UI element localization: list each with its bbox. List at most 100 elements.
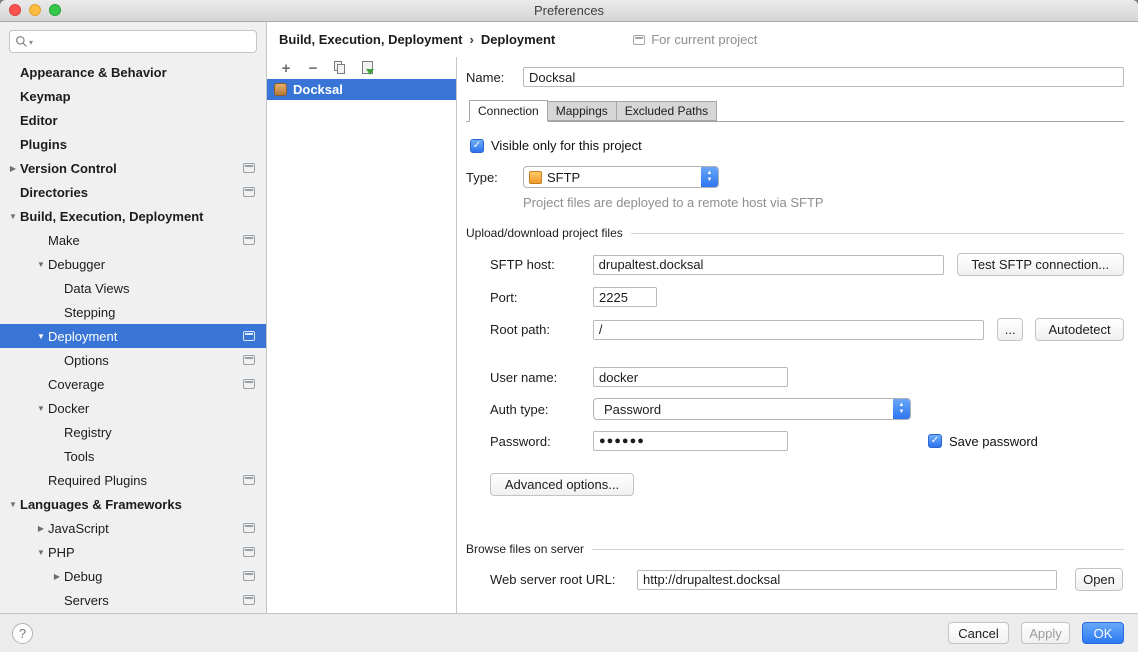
save-password-checkbox[interactable]: ✓ bbox=[928, 434, 942, 448]
browse-section-title: Browse files on server bbox=[466, 542, 584, 556]
password-input[interactable] bbox=[593, 431, 788, 451]
spinner-up-icon: ▲ bbox=[899, 402, 905, 409]
settings-search-box[interactable]: ▾ bbox=[9, 30, 257, 53]
name-input[interactable] bbox=[523, 67, 1124, 87]
root-path-input[interactable] bbox=[593, 320, 984, 340]
sidebar-item-label: PHP bbox=[48, 545, 75, 560]
server-list-toolbar: + − bbox=[267, 57, 456, 79]
sidebar-item-debugger[interactable]: ▼Debugger bbox=[0, 252, 266, 276]
sidebar-item-javascript[interactable]: ▶JavaScript bbox=[0, 516, 266, 540]
copy-button[interactable] bbox=[332, 60, 348, 76]
type-select[interactable]: SFTP ▲ ▼ bbox=[523, 166, 719, 188]
chevron-down-icon[interactable]: ▼ bbox=[34, 260, 48, 269]
sftp-protocol-icon bbox=[529, 171, 542, 184]
sidebar-item-label: Data Views bbox=[64, 281, 130, 296]
advanced-options-button[interactable]: Advanced options... bbox=[490, 473, 634, 496]
dropdown-stepper-icon: ▲ ▼ bbox=[893, 398, 910, 420]
project-settings-icon bbox=[243, 547, 255, 557]
chevron-down-icon[interactable]: ▼ bbox=[34, 548, 48, 557]
chevron-down-icon[interactable]: ▼ bbox=[6, 212, 20, 221]
sidebar-item-servers[interactable]: Servers bbox=[0, 588, 266, 612]
close-button[interactable] bbox=[9, 4, 21, 16]
chevron-down-icon[interactable]: ▼ bbox=[6, 500, 20, 509]
sidebar-item-languages-frameworks[interactable]: ▼Languages & Frameworks bbox=[0, 492, 266, 516]
name-label: Name: bbox=[466, 70, 523, 85]
sidebar-item-label: Editor bbox=[20, 113, 58, 128]
help-button[interactable]: ? bbox=[12, 623, 33, 644]
browse-root-path-button[interactable]: ... bbox=[997, 318, 1023, 341]
open-button[interactable]: Open bbox=[1075, 568, 1123, 591]
user-name-input[interactable] bbox=[593, 367, 788, 387]
add-button[interactable]: + bbox=[278, 60, 294, 76]
sidebar-item-php[interactable]: ▼PHP bbox=[0, 540, 266, 564]
section-divider bbox=[631, 233, 1124, 234]
sidebar-item-coverage[interactable]: Coverage bbox=[0, 372, 266, 396]
sftp-host-input[interactable] bbox=[593, 255, 944, 275]
cancel-button[interactable]: Cancel bbox=[948, 622, 1009, 644]
chevron-down-icon[interactable]: ▼ bbox=[34, 404, 48, 413]
chevron-right-icon[interactable]: ▶ bbox=[6, 164, 20, 173]
sidebar-item-required-plugins[interactable]: Required Plugins bbox=[0, 468, 266, 492]
sidebar-item-editor[interactable]: Editor bbox=[0, 108, 266, 132]
tab-excluded-paths[interactable]: Excluded Paths bbox=[616, 101, 717, 121]
sidebar-item-build-execution-deployment[interactable]: ▼Build, Execution, Deployment bbox=[0, 204, 266, 228]
project-settings-icon bbox=[243, 235, 255, 245]
apply-button[interactable]: Apply bbox=[1021, 622, 1070, 644]
settings-search-input[interactable] bbox=[34, 33, 251, 51]
check-icon: ✓ bbox=[931, 436, 939, 446]
web-root-label: Web server root URL: bbox=[490, 572, 637, 587]
chevron-down-icon[interactable]: ▼ bbox=[34, 332, 48, 341]
titlebar: Preferences bbox=[0, 0, 1138, 22]
sidebar-item-data-views[interactable]: Data Views bbox=[0, 276, 266, 300]
breadcrumb: Build, Execution, Deployment › Deploymen… bbox=[279, 32, 555, 47]
server-list-item[interactable]: Docksal bbox=[267, 79, 456, 100]
sidebar-item-stepping[interactable]: Stepping bbox=[0, 300, 266, 324]
visible-only-checkbox[interactable]: ✓ bbox=[470, 139, 484, 153]
sidebar-item-label: Debug bbox=[64, 569, 102, 584]
test-connection-button[interactable]: Test SFTP connection... bbox=[957, 253, 1124, 276]
save-password-label: Save password bbox=[949, 434, 1038, 449]
dialog-footer: ? Cancel Apply OK bbox=[0, 613, 1138, 652]
sidebar-item-registry[interactable]: Registry bbox=[0, 420, 266, 444]
ok-button[interactable]: OK bbox=[1082, 622, 1124, 644]
import-button[interactable] bbox=[359, 60, 375, 76]
chevron-right-icon[interactable]: ▶ bbox=[50, 572, 64, 581]
settings-header: Build, Execution, Deployment › Deploymen… bbox=[267, 22, 1138, 57]
tab-mappings[interactable]: Mappings bbox=[547, 101, 617, 121]
sidebar-item-deployment[interactable]: ▼Deployment bbox=[0, 324, 266, 348]
sidebar-item-plugins[interactable]: Plugins bbox=[0, 132, 266, 156]
autodetect-button[interactable]: Autodetect bbox=[1035, 318, 1124, 341]
sidebar-item-keymap[interactable]: Keymap bbox=[0, 84, 266, 108]
sidebar-item-make[interactable]: Make bbox=[0, 228, 266, 252]
sidebar-item-directories[interactable]: Directories bbox=[0, 180, 266, 204]
tab-connection[interactable]: Connection bbox=[469, 100, 548, 122]
sidebar-item-label: Build, Execution, Deployment bbox=[20, 209, 203, 224]
spinner-up-icon: ▲ bbox=[707, 170, 713, 177]
breadcrumb-part-1[interactable]: Build, Execution, Deployment bbox=[279, 32, 462, 47]
sidebar-item-label: Make bbox=[48, 233, 80, 248]
remove-button[interactable]: − bbox=[305, 60, 321, 76]
sidebar-item-tools[interactable]: Tools bbox=[0, 444, 266, 468]
sidebar-item-debug[interactable]: ▶Debug bbox=[0, 564, 266, 588]
type-help-text: Project files are deployed to a remote h… bbox=[523, 195, 1124, 210]
zoom-button[interactable] bbox=[49, 4, 61, 16]
upload-section-header: Upload/download project files bbox=[466, 226, 1124, 240]
sidebar-item-docker[interactable]: ▼Docker bbox=[0, 396, 266, 420]
scope-indicator: For current project bbox=[633, 32, 757, 47]
sidebar-item-label: Debugger bbox=[48, 257, 105, 272]
settings-sidebar: ▾ Appearance & BehaviorKeymap Editor Plugi… bbox=[0, 22, 267, 613]
search-caret-icon: ▾ bbox=[29, 38, 33, 47]
sidebar-item-label: Stepping bbox=[64, 305, 115, 320]
port-input[interactable] bbox=[593, 287, 657, 307]
sidebar-item-version-control[interactable]: ▶Version Control bbox=[0, 156, 266, 180]
sidebar-item-label: Docker bbox=[48, 401, 89, 416]
auth-type-select[interactable]: Password ▲ ▼ bbox=[593, 398, 911, 420]
chevron-right-icon[interactable]: ▶ bbox=[34, 524, 48, 533]
dropdown-stepper-icon: ▲ ▼ bbox=[701, 166, 718, 188]
web-root-input[interactable] bbox=[637, 570, 1057, 590]
minimize-button[interactable] bbox=[29, 4, 41, 16]
sftp-host-label: SFTP host: bbox=[490, 257, 593, 272]
auth-type-label: Auth type: bbox=[490, 402, 593, 417]
sidebar-item-options[interactable]: Options bbox=[0, 348, 266, 372]
sidebar-item-appearance-behavior[interactable]: Appearance & Behavior bbox=[0, 60, 266, 84]
